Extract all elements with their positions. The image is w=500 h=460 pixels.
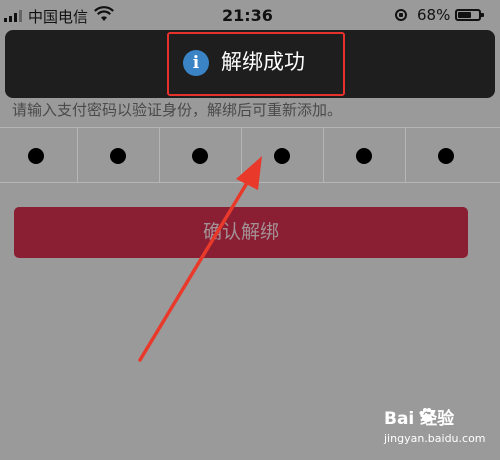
baidu-watermark: Bai 经验 jingyan.baidu.com — [384, 404, 496, 456]
password-input[interactable] — [0, 127, 500, 183]
password-dot — [110, 148, 126, 164]
status-bar: 中国电信 21:36 68% — [0, 0, 500, 30]
battery-percent: 68% — [417, 6, 451, 24]
password-hint: 请输入支付密码以验证身份，解绑后可重新添加。 — [12, 101, 343, 119]
password-divider — [159, 128, 160, 182]
password-divider — [241, 128, 242, 182]
password-dot — [356, 148, 372, 164]
watermark-url: jingyan.baidu.com — [384, 432, 486, 445]
battery-icon — [455, 9, 484, 21]
clock: 21:36 — [222, 6, 273, 25]
signal-icon — [4, 10, 22, 22]
password-divider — [323, 128, 324, 182]
wifi-icon — [94, 6, 114, 21]
password-divider — [77, 128, 78, 182]
battery-fill — [458, 12, 472, 18]
password-dot — [28, 148, 44, 164]
password-dot — [274, 148, 290, 164]
password-dot — [438, 148, 454, 164]
paw-icon — [419, 408, 435, 422]
confirm-unbind-button[interactable]: 确认解绑 — [14, 207, 468, 258]
toast-notification: i 解绑成功 — [5, 30, 495, 98]
password-divider — [405, 128, 406, 182]
carrier-name: 中国电信 — [28, 8, 89, 26]
toast-message: 解绑成功 — [221, 50, 305, 74]
info-icon: i — [183, 50, 209, 76]
rotation-lock-icon — [395, 9, 407, 21]
password-dot — [192, 148, 208, 164]
phone-screen: 中国电信 21:36 68% 请输入支付密码以验证身份，解绑后可重新添加。 确认… — [0, 0, 500, 460]
